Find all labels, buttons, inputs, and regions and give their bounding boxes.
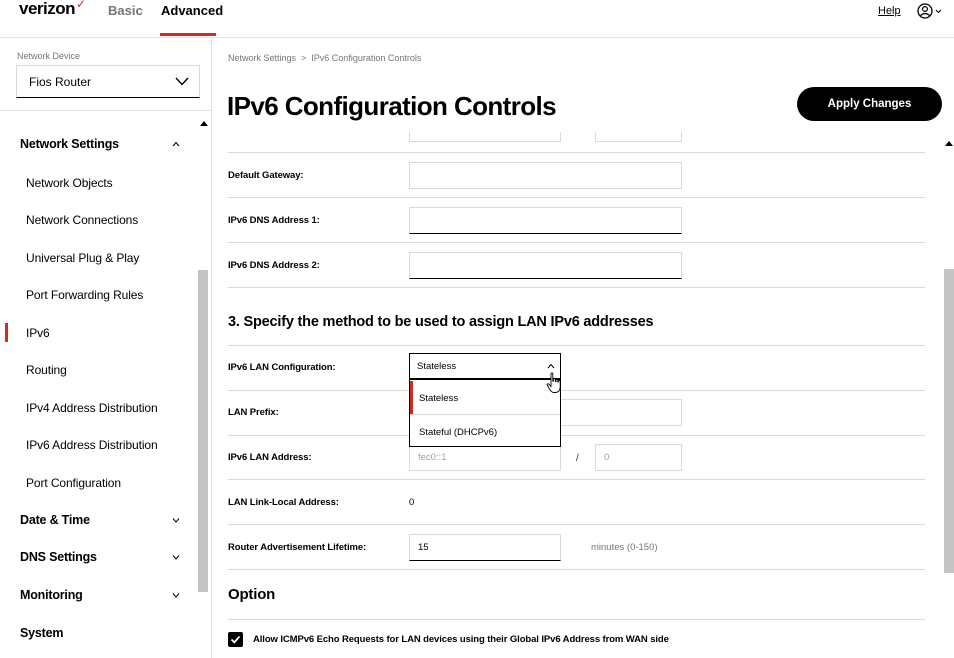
breadcrumb-parent[interactable]: Network Settings [228, 53, 296, 63]
chevron-down-icon[interactable] [172, 517, 180, 523]
chevron-up-icon [547, 363, 555, 369]
main-scroll-up-icon[interactable] [944, 139, 954, 147]
sidebar-divider [0, 110, 211, 111]
sidebar-section-network-settings[interactable]: Network Settings [20, 137, 119, 151]
breadcrumb-separator: > [301, 53, 307, 63]
row-divider [228, 569, 925, 570]
lan-address-label: IPv6 LAN Address: [228, 452, 312, 463]
sidebar-section-system[interactable]: System [20, 626, 63, 640]
row-divider [228, 287, 925, 288]
user-icon [917, 3, 942, 19]
apply-changes-button[interactable]: Apply Changes [797, 87, 942, 121]
icmp-echo-label[interactable]: Allow ICMPv6 Echo Requests for LAN devic… [253, 634, 669, 645]
lan-config-label: IPv6 LAN Configuration: [228, 362, 336, 373]
option-label: Stateless [419, 393, 459, 404]
hand-cursor-icon [546, 372, 561, 393]
default-gateway-input[interactable] [409, 162, 682, 189]
sidebar-item-port-configuration[interactable]: Port Configuration [26, 476, 121, 490]
chevron-down-icon[interactable] [172, 592, 180, 598]
lan-config-select[interactable]: Stateless [409, 353, 561, 380]
verizon-logo[interactable]: verizon✓ [19, 0, 86, 19]
sidebar-item-network-connections[interactable]: Network Connections [26, 213, 138, 227]
breadcrumb-current: IPv6 Configuration Controls [311, 53, 422, 63]
network-device-label: Network Device [17, 51, 81, 61]
sidebar-section-dns-settings[interactable]: DNS Settings [20, 550, 97, 564]
row-divider [228, 242, 925, 243]
chevron-down-icon[interactable] [172, 554, 180, 560]
option-label: Stateful (DHCPv6) [419, 427, 498, 438]
sidebar-item-port-forwarding[interactable]: Port Forwarding Rules [26, 288, 143, 302]
sidebar-item-ipv4-distribution[interactable]: IPv4 Address Distribution [26, 401, 158, 415]
sidebar-item-upnp[interactable]: Universal Plug & Play [26, 251, 139, 265]
sidebar-scrollbar[interactable] [198, 270, 208, 592]
row-divider [228, 345, 925, 346]
dns1-input[interactable] [409, 207, 682, 234]
link-local-value: 0 [409, 497, 415, 508]
sidebar: Network Device Fios Router Network Setti… [0, 38, 212, 658]
partial-input [409, 132, 561, 142]
active-item-indicator [5, 323, 8, 342]
sidebar-item-ipv6[interactable]: IPv6 [26, 326, 50, 340]
main-content: Network Settings > IPv6 Configuration Cont… [213, 38, 954, 658]
icmp-echo-checkbox[interactable] [228, 632, 243, 647]
sidebar-item-network-objects[interactable]: Network Objects [26, 176, 113, 190]
active-tab-indicator [160, 33, 216, 36]
lan-config-selected: Stateless [417, 361, 457, 372]
dropdown-option-stateful[interactable]: Stateful (DHCPv6) [410, 414, 560, 447]
dropdown-option-stateless[interactable]: Stateless [410, 381, 560, 414]
dns1-label: IPv6 DNS Address 1: [228, 215, 320, 226]
option-title: Option [228, 586, 276, 603]
prefix-slash: / [576, 453, 579, 464]
breadcrumb: Network Settings > IPv6 Configuration Cont… [228, 53, 421, 63]
network-device-select[interactable]: Fios Router [16, 65, 200, 98]
row-divider [228, 197, 925, 198]
row-divider [228, 619, 925, 620]
dns2-input[interactable] [409, 252, 682, 279]
checkmark-icon [230, 635, 241, 644]
row-divider [228, 390, 925, 391]
sidebar-item-routing[interactable]: Routing [26, 363, 67, 377]
ra-lifetime-label: Router Advertisement Lifetime: [228, 542, 367, 553]
logo-check-icon: ✓ [76, 0, 86, 11]
chevron-down-icon [175, 77, 189, 86]
ra-lifetime-hint: minutes (0-150) [591, 542, 658, 553]
tab-basic[interactable]: Basic [108, 3, 143, 18]
sidebar-section-date-time[interactable]: Date & Time [20, 513, 90, 527]
top-bar: verizon✓ Basic Advanced Help [0, 0, 954, 38]
row-divider [228, 479, 925, 480]
dns2-label: IPv6 DNS Address 2: [228, 260, 320, 271]
page-title: IPv6 Configuration Controls [227, 91, 557, 121]
lan-prefix-label: LAN Prefix: [228, 407, 279, 418]
lan-config-dropdown: Stateless Stateful (DHCPv6) [409, 379, 561, 447]
section-3-title: 3. Specify the method to be used to assi… [228, 314, 654, 330]
network-device-value: Fios Router [29, 75, 92, 89]
sidebar-item-ipv6-distribution[interactable]: IPv6 Address Distribution [26, 438, 158, 452]
lan-prefix-length-input[interactable] [595, 444, 682, 471]
row-divider [228, 435, 925, 436]
ra-lifetime-input[interactable] [409, 534, 561, 561]
main-scrollbar[interactable] [944, 269, 954, 573]
user-menu[interactable] [917, 3, 943, 21]
help-link[interactable]: Help [878, 5, 901, 17]
row-divider [228, 524, 925, 525]
sidebar-scroll-up-icon[interactable] [199, 119, 209, 127]
row-divider [228, 152, 925, 153]
tab-advanced[interactable]: Advanced [161, 3, 223, 18]
sidebar-section-monitoring[interactable]: Monitoring [20, 588, 83, 602]
lan-address-input[interactable] [409, 444, 561, 471]
logo-text: verizon [19, 0, 76, 18]
chevron-up-icon[interactable] [172, 141, 180, 147]
default-gateway-label: Default Gateway: [228, 170, 304, 181]
link-local-label: LAN Link-Local Address: [228, 497, 339, 508]
partial-input [595, 132, 682, 142]
